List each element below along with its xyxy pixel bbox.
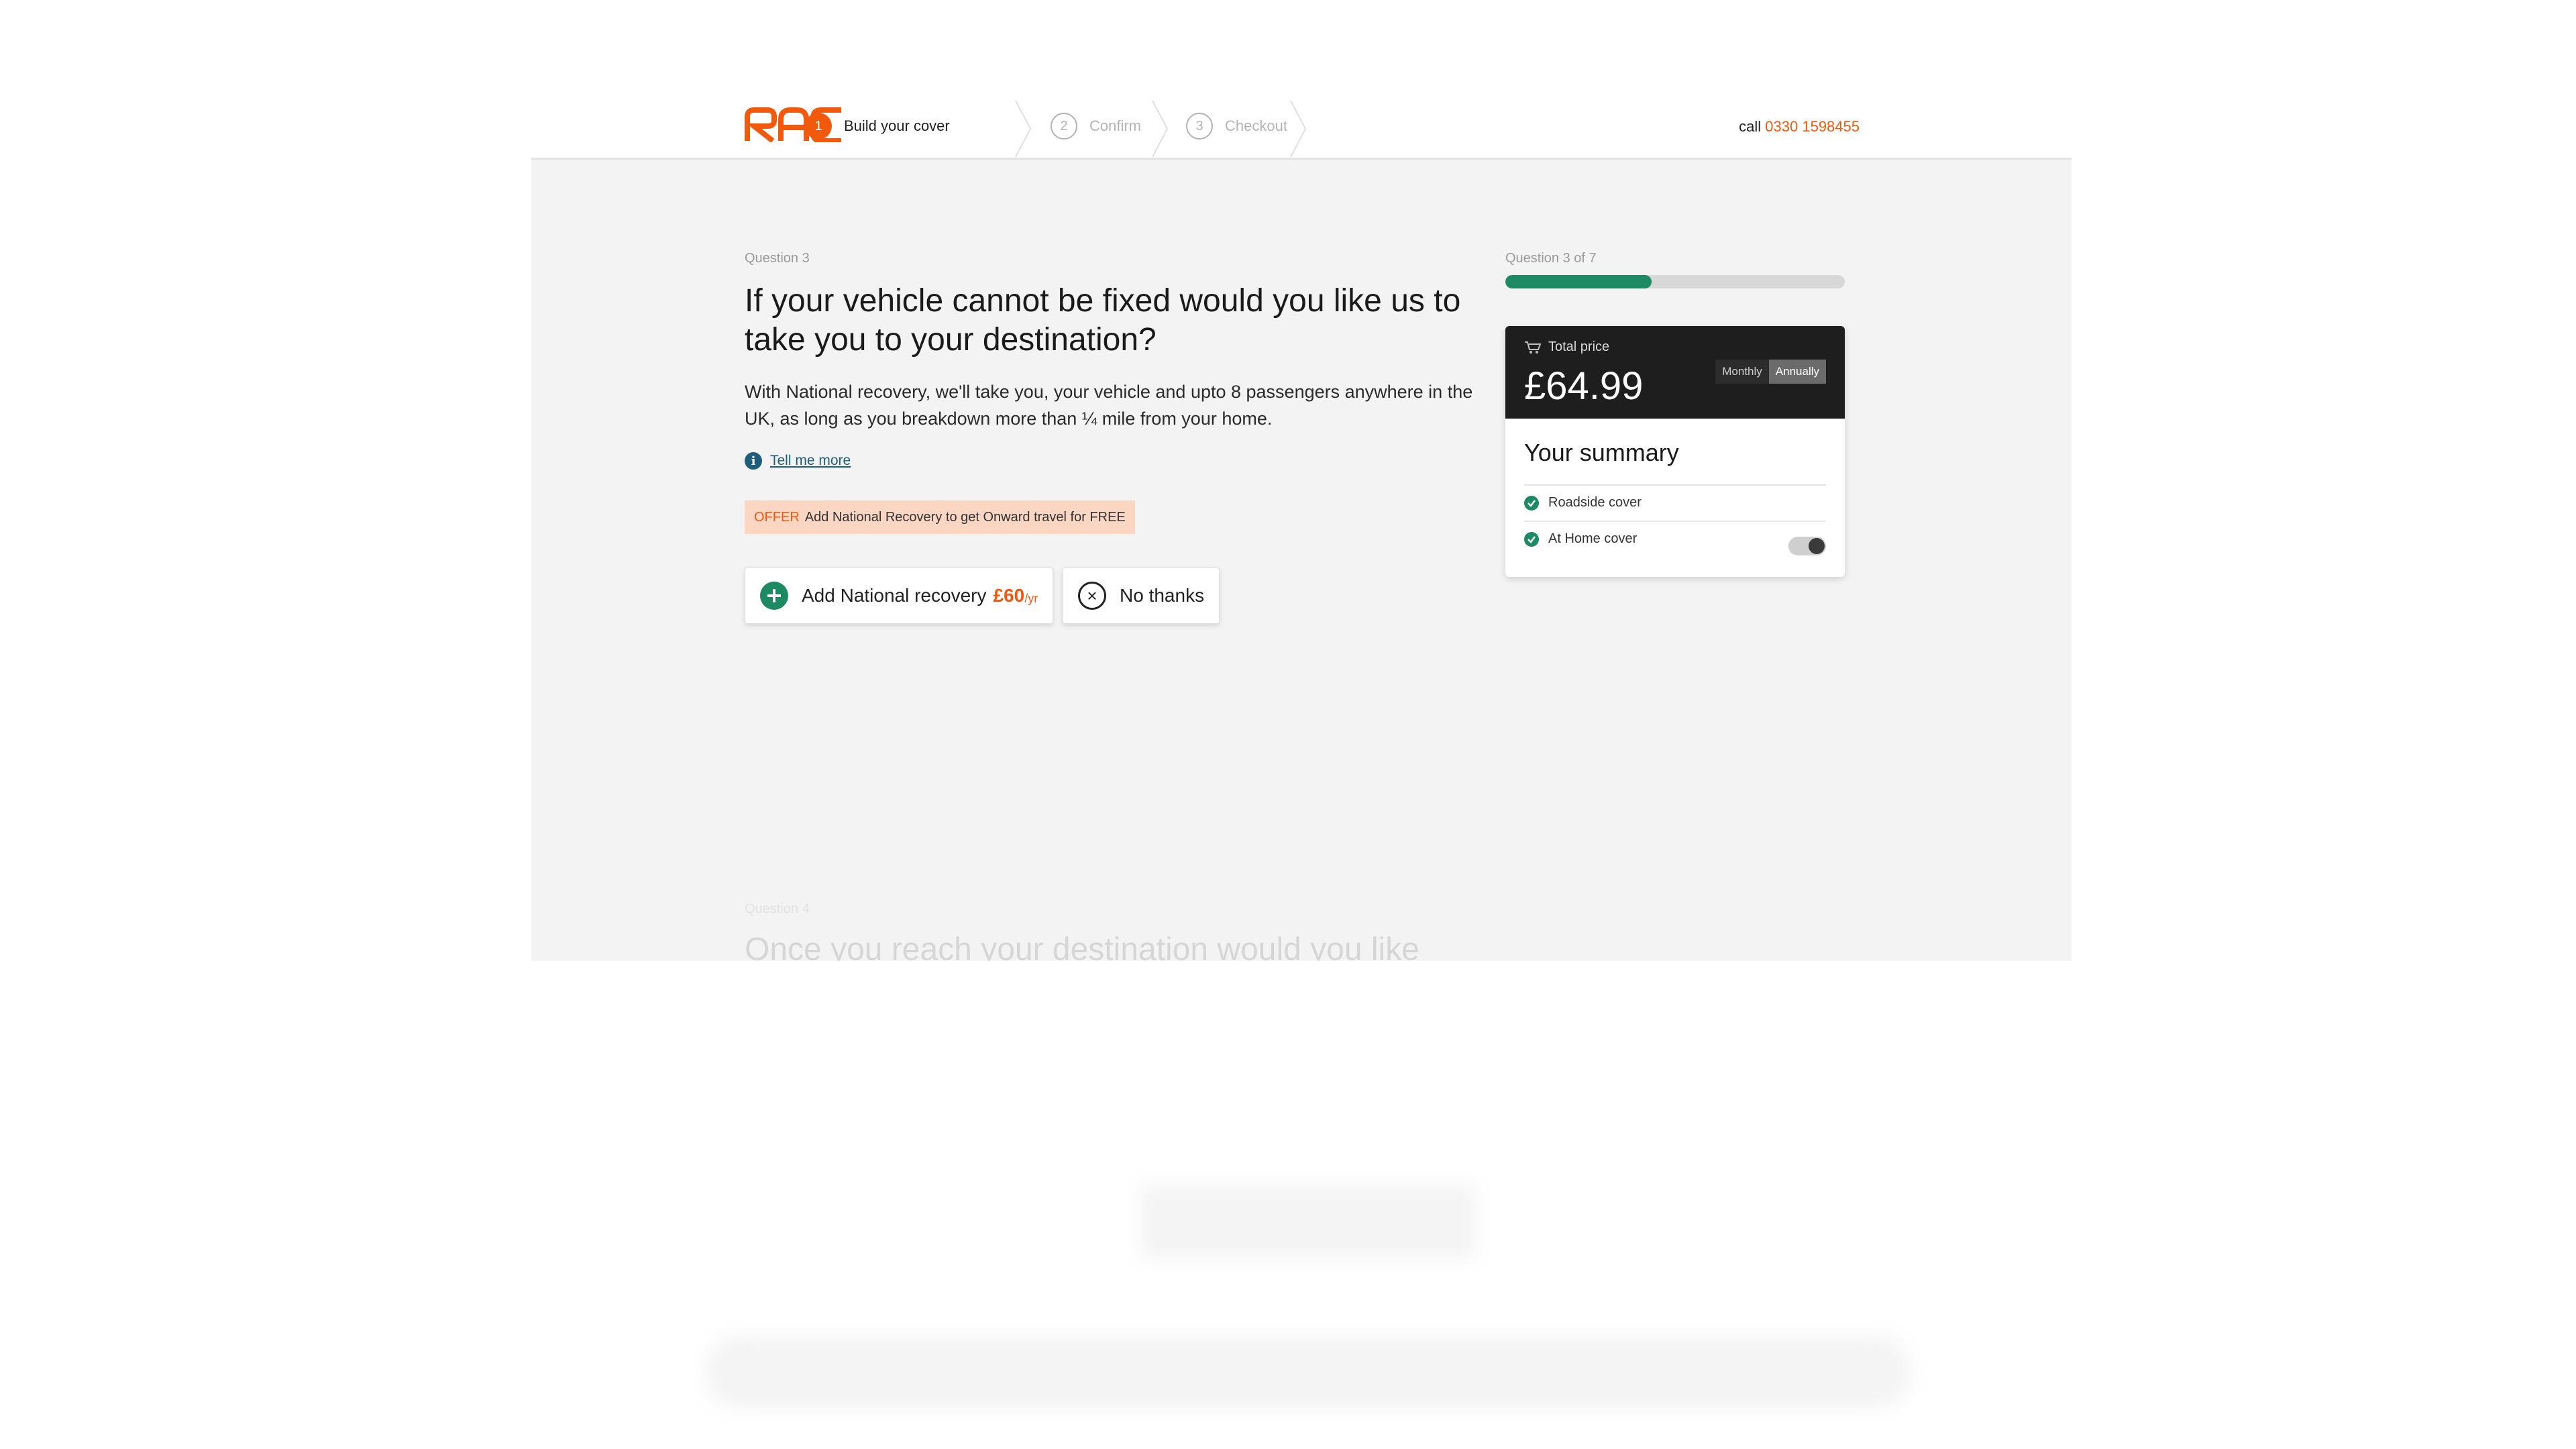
progress-bar: [1505, 275, 1845, 288]
summary-item-roadside: Roadside cover: [1524, 495, 1642, 511]
billing-toggle: Monthly Annually: [1715, 360, 1826, 384]
add-button-period: /yr: [1024, 591, 1038, 605]
offer-tag: OFFER: [754, 509, 800, 525]
summary-item-label: Roadside cover: [1548, 495, 1642, 510]
step-number: 2: [1051, 113, 1077, 140]
step-build-your-cover[interactable]: 1 Build your cover: [805, 113, 950, 140]
header: 1 Build your cover 2 Confirm 3 Checkout …: [531, 0, 2072, 160]
billing-monthly-option[interactable]: Monthly: [1715, 360, 1769, 384]
step-label: Confirm: [1089, 117, 1142, 134]
next-question-title: Once you reach your destination would yo…: [745, 932, 1419, 961]
tell-me-more-link[interactable]: i Tell me more: [745, 452, 851, 470]
step-label: Build your cover: [844, 117, 950, 134]
step-checkout[interactable]: 3 Checkout: [1186, 113, 1287, 140]
summary-title: Your summary: [1524, 439, 1679, 466]
page-frame: 1 Build your cover 2 Confirm 3 Checkout …: [531, 0, 2072, 961]
faded-placeholder: [1140, 1185, 1476, 1258]
phone-link[interactable]: 0330 1598455: [1765, 118, 1860, 135]
chevron-right-icon: [1152, 100, 1169, 158]
question-title: If your vehicle cannot be fixed would yo…: [745, 283, 1461, 358]
plus-icon: [760, 582, 788, 610]
total-price-heading: Total price: [1524, 339, 1609, 355]
chevron-right-icon: [1290, 100, 1307, 158]
add-button-label: Add National recovery: [802, 585, 987, 606]
step-confirm[interactable]: 2 Confirm: [1051, 113, 1141, 140]
call-label: call: [1739, 118, 1762, 135]
check-icon: [1524, 495, 1539, 511]
add-button-price: £60: [993, 585, 1025, 606]
no-thanks-button[interactable]: × No thanks: [1063, 568, 1220, 624]
total-price-value: £64.99: [1524, 364, 1644, 408]
call-info: call 0330 1598455: [1739, 118, 1860, 136]
chevron-right-icon: [1015, 100, 1032, 158]
summary-item-at-home: At Home cover: [1524, 531, 1637, 547]
step-number: 1: [805, 113, 832, 140]
billing-annually-option[interactable]: Annually: [1768, 360, 1826, 384]
progress-label: Question 3 of 7: [1505, 251, 1597, 266]
next-question-label: Question 4: [745, 902, 810, 916]
total-price-panel: Total price £64.99 Monthly Annually: [1505, 326, 1845, 419]
summary-card: Total price £64.99 Monthly Annually Your…: [1505, 326, 1845, 577]
progress-fill: [1505, 275, 1652, 288]
faded-placeholder: [704, 1335, 1912, 1409]
step-label: Checkout: [1225, 117, 1287, 134]
check-icon: [1524, 531, 1539, 547]
add-national-recovery-button[interactable]: Add National recovery £60 /yr: [745, 568, 1053, 624]
tell-me-more-label: Tell me more: [770, 453, 851, 468]
divider: [1524, 521, 1826, 522]
step-number: 3: [1186, 113, 1213, 140]
cart-icon: [1525, 341, 1542, 354]
close-circle-icon: ×: [1078, 582, 1106, 610]
no-thanks-label: No thanks: [1120, 585, 1205, 606]
divider: [1524, 484, 1826, 486]
offer-banner: OFFER Add National Recovery to get Onwar…: [745, 500, 1135, 534]
summary-item-label: At Home cover: [1548, 531, 1638, 546]
offer-text: Add National Recovery to get Onward trav…: [804, 509, 1126, 525]
total-price-label: Total price: [1548, 339, 1610, 354]
question-label: Question 3: [745, 251, 810, 266]
toggle-knob: [1809, 538, 1825, 554]
question-body: With National recovery, we'll take you, …: [745, 382, 1473, 429]
at-home-cover-toggle[interactable]: [1788, 537, 1826, 555]
info-icon: i: [745, 452, 762, 470]
